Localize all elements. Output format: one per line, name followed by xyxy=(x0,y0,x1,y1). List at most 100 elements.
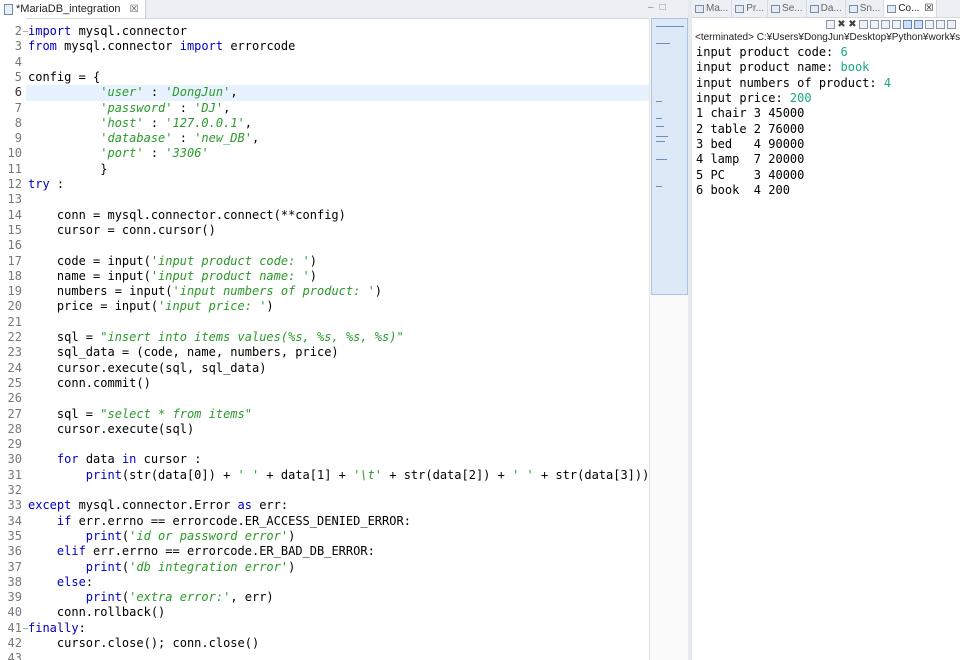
code-token: , xyxy=(230,85,238,100)
scroll-thumb[interactable] xyxy=(651,18,688,295)
code-line: code = input('input product code: ') xyxy=(28,254,317,269)
keyword-token: finally xyxy=(28,620,79,635)
line-number: 38 xyxy=(7,574,22,589)
line-number: 7 xyxy=(14,100,22,115)
search-icon xyxy=(771,4,781,13)
console-text: input product code: xyxy=(696,45,841,59)
string-token: 'host' xyxy=(100,115,144,130)
code-line: finally: xyxy=(28,621,86,636)
clear-console-icon[interactable] xyxy=(859,19,868,29)
overview-ruler[interactable] xyxy=(649,18,688,660)
console-tab-search[interactable]: Se... xyxy=(768,0,807,17)
code-token: err: xyxy=(251,498,289,513)
keyword-token: try xyxy=(28,177,50,191)
close-icon[interactable]: ☒ xyxy=(130,4,139,15)
show-output-icon[interactable] xyxy=(892,19,901,29)
string-token: 'user' xyxy=(100,85,144,100)
line-number: 22 xyxy=(7,330,22,344)
console-line: input product code: 6 xyxy=(696,45,848,60)
minimize-icon[interactable]: – xyxy=(648,2,654,13)
console-tab-label: Pr... xyxy=(746,3,765,14)
code-line: cursor = conn.cursor() xyxy=(28,223,216,238)
console-input-value: book xyxy=(840,60,870,75)
line-number: 28 xyxy=(7,421,22,436)
console-input-value: 4 xyxy=(883,75,892,90)
code-token: cursor = conn.cursor() xyxy=(28,222,216,237)
fold-icon[interactable]: − xyxy=(22,24,29,39)
console-tab-project[interactable]: Pr... xyxy=(732,0,769,17)
line-number: 39 xyxy=(7,590,22,605)
remove-launch-icon[interactable]: ✖ xyxy=(837,19,846,29)
line-number: 20 xyxy=(7,299,22,314)
line-number: 26 xyxy=(7,391,22,406)
line-number: 19 xyxy=(7,284,22,299)
view-menu-icon[interactable] xyxy=(936,19,945,29)
code-line: if err.errno == errorcode.ER_ACCESS_DENI… xyxy=(28,514,411,529)
keyword-token: as xyxy=(237,498,252,513)
minimize-console-icon[interactable] xyxy=(947,19,956,29)
code-token: , err) xyxy=(230,590,274,605)
display-selected-console-icon[interactable] xyxy=(914,19,923,29)
console-tab-database[interactable]: Da... xyxy=(807,0,846,17)
overview-mark xyxy=(656,186,662,187)
code-token: name = input( xyxy=(28,268,151,283)
console-text: 1 chair 3 45000 xyxy=(696,106,805,121)
string-token: 'DongJun' xyxy=(165,85,231,100)
console-line: input price: 200 xyxy=(696,91,812,106)
string-token: 'extra error:' xyxy=(129,590,231,605)
code-token: ) xyxy=(266,299,274,314)
console-text: 2 table 2 76000 xyxy=(696,121,805,136)
line-number: 4 xyxy=(14,54,22,69)
console-view[interactable]: Ma... Pr... Se... Da... Sn... Co... ☒ ✖ ✖ <ter… xyxy=(692,0,960,660)
line-number: 12 xyxy=(7,177,22,191)
console-line: 3 bed 4 90000 xyxy=(696,137,804,152)
code-editor[interactable]: *MariaDB_integration ☒ – □ 2−3 4 5 6 7 8 9 10 11… xyxy=(0,0,689,660)
keyword-token: except xyxy=(28,498,72,513)
code-line: conn.commit() xyxy=(28,376,151,391)
console-tab-file[interactable]: Ma... xyxy=(692,0,733,17)
code-token: sql_data = (code, name, numbers, price) xyxy=(28,345,339,360)
code-line: print('id or password error') xyxy=(28,529,296,544)
open-console-icon[interactable] xyxy=(925,19,934,29)
overview-mark xyxy=(656,26,684,27)
console-line: input numbers of product: 4 xyxy=(696,76,891,91)
code-token: conn = mysql.connector.connect(**config) xyxy=(28,207,346,222)
console-line: 2 table 2 76000 xyxy=(696,122,804,137)
scroll-lock-icon[interactable] xyxy=(870,19,879,29)
remove-all-icon[interactable]: ✖ xyxy=(848,19,857,29)
code-token: sql = xyxy=(28,330,101,344)
string-token: 'port' xyxy=(100,146,144,161)
pin-console-icon[interactable] xyxy=(903,19,912,29)
code-token: : xyxy=(172,100,195,115)
string-token: 'db integration error' xyxy=(129,559,289,574)
line-number: 42 xyxy=(7,636,22,650)
line-number: 15 xyxy=(7,222,22,237)
code-line: print('db integration error') xyxy=(28,559,296,575)
snippets-icon xyxy=(848,4,858,13)
string-token: ' ' xyxy=(237,467,260,482)
code-token: : xyxy=(143,146,166,161)
code-line: config = { xyxy=(28,70,100,85)
fold-icon[interactable]: − xyxy=(22,621,29,636)
console-tab-bar: Ma... Pr... Se... Da... Sn... Co... ☒ xyxy=(692,0,960,18)
database-icon xyxy=(809,4,819,13)
code-token: cursor : xyxy=(136,452,202,467)
code-line: } xyxy=(28,162,107,177)
code-line: 'user' : 'DongJun', xyxy=(28,85,238,100)
code-line: name = input('input product name: ') xyxy=(28,269,317,284)
console-text: 6 book 4 200 xyxy=(696,183,790,198)
maximize-icon[interactable]: □ xyxy=(660,2,666,13)
close-icon[interactable]: ☒ xyxy=(924,3,933,14)
terminate-icon[interactable] xyxy=(826,19,835,29)
console-line: 1 chair 3 45000 xyxy=(696,106,804,121)
console-tab-console[interactable]: Co... ☒ xyxy=(884,0,938,17)
editor-tab[interactable]: *MariaDB_integration ☒ xyxy=(0,0,146,18)
string-token: '\t' xyxy=(353,467,383,482)
word-wrap-icon[interactable] xyxy=(881,19,890,29)
console-tab-snippets[interactable]: Sn... xyxy=(846,0,885,17)
